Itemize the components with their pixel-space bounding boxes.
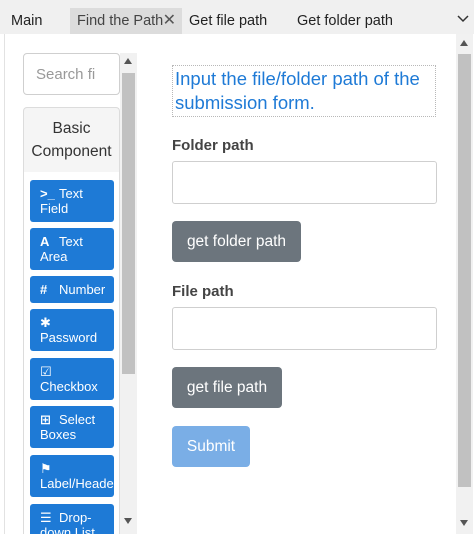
submit-button[interactable]: Submit — [172, 426, 250, 467]
search-input[interactable] — [24, 54, 119, 94]
main-scrollbar[interactable] — [456, 34, 473, 534]
tab-main[interactable]: Main — [5, 8, 48, 34]
component-label: Label/Header — [40, 476, 114, 491]
component-label: Text — [59, 234, 83, 249]
hashtag-icon: # — [40, 282, 48, 297]
group-title-line1: Basic — [52, 120, 91, 137]
file-path-input[interactable] — [173, 308, 436, 349]
component-label: Boxes — [40, 427, 77, 442]
sidebar-scrollbar[interactable] — [120, 53, 137, 534]
component-text-field[interactable]: >_ Text Field — [30, 180, 114, 222]
file-path-field — [172, 307, 437, 350]
tab-bar: Main Find the Path ✕ Get file path Get f… — [0, 0, 474, 34]
scrollbar-thumb[interactable] — [122, 73, 135, 374]
scrollbar-thumb[interactable] — [458, 54, 471, 487]
form-panel: Basic Component >_ Text Field A Text Area … — [4, 34, 473, 534]
component-label: Select — [59, 412, 96, 427]
file-path-label: File path — [172, 283, 234, 300]
component-label: down List — [40, 525, 95, 534]
component-label: Password — [40, 330, 98, 345]
terminal-icon: >_ — [40, 186, 55, 201]
list-icon: ☰ — [40, 510, 52, 525]
scroll-up-icon[interactable] — [460, 40, 468, 46]
component-label: Number — [59, 282, 106, 297]
component-dropdown-list[interactable]: ☰ Drop- down List — [30, 504, 114, 534]
component-label: Field — [40, 201, 69, 216]
component-select-boxes[interactable]: ⊞ Select Boxes — [30, 406, 114, 448]
scroll-down-icon[interactable] — [460, 520, 468, 526]
folder-path-field — [172, 161, 437, 204]
flag-icon: ⚑ — [40, 461, 52, 476]
tab-label: Get folder path — [297, 13, 393, 29]
component-search — [23, 53, 120, 95]
component-checkbox[interactable]: ☑ Checkbox — [30, 358, 114, 400]
tab-get-file-path[interactable]: Get file path — [183, 8, 273, 34]
basic-components-header[interactable]: Basic Component — [23, 107, 120, 172]
plus-square-icon: ⊞ — [40, 412, 51, 427]
component-list: >_ Text Field A Text Area # Number ✱ Passwo… — [23, 172, 120, 534]
component-text-area[interactable]: A Text Area — [30, 228, 114, 270]
component-label-header[interactable]: ⚑ Label/Header — [30, 455, 114, 497]
check-square-icon: ☑ — [40, 364, 52, 379]
tab-label: Get file path — [189, 13, 268, 29]
close-icon[interactable]: ✕ — [163, 8, 176, 34]
asterisk-icon: ✱ — [40, 315, 51, 330]
scroll-up-icon[interactable] — [124, 58, 132, 64]
component-password[interactable]: ✱ Password — [30, 309, 114, 351]
tab-find-the-path[interactable]: Find the Path ✕ — [70, 8, 182, 34]
tab-get-folder-path[interactable]: Get folder path — [291, 8, 399, 34]
get-folder-path-button[interactable]: get folder path — [172, 221, 301, 262]
component-number[interactable]: # Number — [30, 276, 114, 303]
scroll-down-icon[interactable] — [124, 518, 132, 524]
tab-label: Find the Path — [77, 13, 164, 29]
get-file-path-button[interactable]: get file path — [172, 367, 282, 408]
folder-path-input[interactable] — [173, 162, 436, 203]
component-label: Drop- — [59, 510, 92, 525]
component-label: Checkbox — [40, 379, 98, 394]
instruction-text: Input the file/folder path of the submis… — [172, 65, 436, 117]
component-label: Area — [40, 249, 68, 264]
group-title-line2: Component — [31, 143, 112, 160]
tab-label: Main — [11, 13, 43, 29]
font-icon: A — [40, 234, 50, 249]
chevron-down-icon[interactable] — [456, 12, 470, 26]
folder-path-label: Folder path — [172, 137, 254, 154]
component-label: Text — [59, 186, 83, 201]
